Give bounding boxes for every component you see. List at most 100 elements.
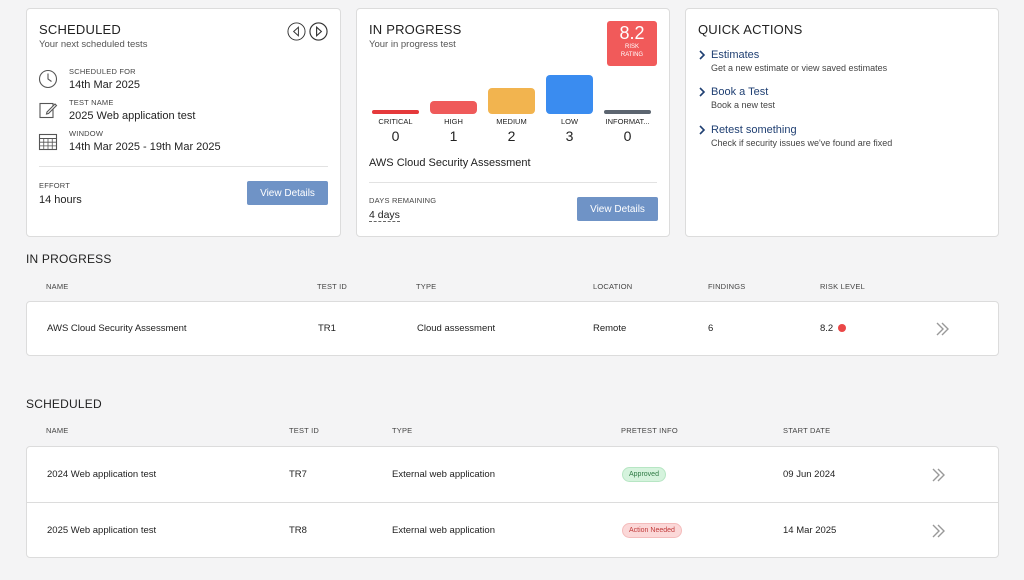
quick-actions-card: QUICK ACTIONS Estimates Get a new estima…: [685, 8, 999, 237]
chevron-right-icon[interactable]: [309, 22, 328, 41]
col-head-type: TYPE: [392, 426, 413, 435]
quick-action-retest[interactable]: Retest something Check if security issue…: [698, 124, 892, 148]
findings-bar-label: INFORMAT...: [605, 117, 650, 126]
col-head-pretest-info: PRETEST INFO: [621, 426, 678, 435]
findings-bar-low: [546, 75, 593, 114]
days-remaining-group: DAYS REMAINING 4 days: [369, 196, 436, 223]
table-row[interactable]: 2025 Web application test TR8 External w…: [27, 503, 998, 558]
row-name: 2024 Web application test: [47, 469, 157, 480]
row-type: External web application: [392, 469, 495, 480]
col-head-findings: FINDINGS: [708, 282, 746, 291]
scheduled-card-title: SCHEDULED: [39, 22, 121, 37]
clock-icon: [38, 69, 58, 89]
row-start-date: 14 Mar 2025: [783, 525, 837, 536]
row-test-id: TR1: [318, 323, 336, 334]
row-risk-level: 8.2: [820, 323, 847, 334]
col-head-test-id: TEST ID: [317, 282, 348, 291]
scheduled-card: SCHEDULED Your next scheduled tests SCHE…: [26, 8, 341, 237]
row-name: 2025 Web application test: [47, 525, 157, 536]
risk-dot-icon: [838, 324, 847, 332]
calendar-icon: [38, 133, 58, 151]
risk-rating-label-2: RATING: [620, 52, 644, 58]
quick-action-estimates[interactable]: Estimates Get a new estimate or view sav…: [698, 49, 887, 73]
findings-bar-label: LOW: [560, 117, 579, 126]
findings-bar-informat: [604, 110, 651, 114]
edit-icon: [39, 102, 58, 119]
effort-value: 14 hours: [39, 194, 82, 206]
chevron-left-icon[interactable]: [287, 22, 306, 41]
in-progress-card: IN PROGRESS Your in progress test 8.2 RI…: [356, 8, 670, 237]
scheduled-card-subtitle: Your next scheduled tests: [39, 39, 148, 50]
quick-action-estimates-link[interactable]: Estimates: [698, 49, 887, 61]
scheduled-table: 2024 Web application test TR7 External w…: [26, 446, 999, 558]
quick-action-retest-desc: Check if security issues we've found are…: [711, 138, 893, 148]
scheduled-section-title: SCHEDULED: [26, 397, 102, 411]
findings-bar-critical: [372, 110, 419, 114]
col-head-type: TYPE: [416, 282, 437, 291]
row-risk-value: 8.2: [820, 323, 834, 334]
quick-action-retest-link[interactable]: Retest something: [698, 124, 892, 136]
findings-bar-count: 0: [623, 128, 632, 144]
row-location: Remote: [593, 323, 627, 334]
row-type: Cloud assessment: [417, 323, 496, 334]
quick-action-book-test-label: Book a Test: [711, 86, 769, 98]
findings-bar-medium: [488, 88, 535, 114]
window-value: 14th Mar 2025 - 19th Mar 2025: [69, 141, 221, 153]
in-progress-section-title: IN PROGRESS: [26, 252, 112, 266]
quick-actions-title: QUICK ACTIONS: [698, 22, 803, 37]
findings-bar-count: 2: [507, 128, 516, 144]
in-progress-card-title: IN PROGRESS: [369, 22, 462, 37]
chevron-right-icon: [699, 125, 706, 135]
findings-bar-count: 1: [449, 128, 458, 144]
scheduled-view-details-button[interactable]: View Details: [247, 181, 328, 205]
table-row[interactable]: AWS Cloud Security Assessment TR1 Cloud …: [27, 302, 998, 357]
scheduled-card-divider: [39, 166, 328, 167]
in-progress-view-details-button[interactable]: View Details: [577, 197, 658, 221]
col-head-location: LOCATION: [593, 282, 633, 291]
in-progress-card-divider: [369, 182, 657, 183]
in-progress-test-title: AWS Cloud Security Assessment: [369, 157, 531, 169]
quick-action-estimates-label: Estimates: [711, 49, 760, 61]
scheduled-for-group: SCHEDULED FOR 14th Mar 2025: [69, 67, 140, 91]
test-name-group: TEST NAME 2025 Web application test: [69, 98, 195, 122]
findings-bar-count: 0: [391, 128, 400, 144]
row-findings: 6: [708, 323, 714, 334]
findings-bar-count: 3: [565, 128, 574, 144]
days-remaining-value: 4 days: [369, 209, 400, 222]
double-chevron-right-icon[interactable]: [931, 468, 947, 482]
status-badge: Approved: [622, 467, 666, 482]
row-type: External web application: [392, 525, 495, 536]
window-group: WINDOW 14th Mar 2025 - 19th Mar 2025: [69, 129, 221, 153]
row-name: AWS Cloud Security Assessment: [47, 323, 187, 334]
col-head-name: NAME: [46, 282, 69, 291]
quick-action-retest-label: Retest something: [711, 124, 797, 136]
effort-label: EFFORT: [39, 181, 71, 190]
table-row[interactable]: 2024 Web application test TR7 External w…: [27, 447, 998, 503]
chevron-right-icon: [699, 87, 706, 97]
row-start-date: 09 Jun 2024: [783, 469, 836, 480]
quick-action-estimates-desc: Get a new estimate or view saved estimat…: [711, 63, 888, 73]
row-test-id: TR8: [289, 525, 307, 536]
col-head-name: NAME: [46, 426, 69, 435]
findings-bar-label: CRITICAL: [378, 117, 413, 126]
risk-rating-badge: 8.2 RISK RATING: [607, 21, 657, 66]
risk-rating-label-1: RISK: [624, 44, 639, 50]
scheduled-for-value: 14th Mar 2025: [69, 79, 140, 91]
status-badge: Action Needed: [622, 523, 682, 538]
double-chevron-right-icon[interactable]: [935, 322, 951, 336]
in-progress-card-subtitle: Your in progress test: [369, 39, 456, 50]
scheduled-for-label: SCHEDULED FOR: [69, 67, 136, 76]
col-head-test-id: TEST ID: [289, 426, 320, 435]
days-remaining-label: DAYS REMAINING: [369, 196, 437, 205]
in-progress-table: AWS Cloud Security Assessment TR1 Cloud …: [26, 301, 999, 356]
double-chevron-right-icon[interactable]: [931, 524, 947, 538]
quick-action-book-test[interactable]: Book a Test Book a new test: [698, 86, 775, 110]
row-test-id: TR7: [289, 469, 307, 480]
quick-action-book-test-link[interactable]: Book a Test: [698, 86, 775, 98]
test-name-value: 2025 Web application test: [69, 110, 196, 122]
col-head-risk-level: RISK LEVEL: [820, 282, 865, 291]
quick-action-book-test-desc: Book a new test: [711, 100, 776, 110]
effort-group: EFFORT 14 hours: [39, 181, 82, 206]
risk-rating-value: 8.2: [619, 23, 645, 43]
chevron-right-icon: [699, 50, 706, 60]
